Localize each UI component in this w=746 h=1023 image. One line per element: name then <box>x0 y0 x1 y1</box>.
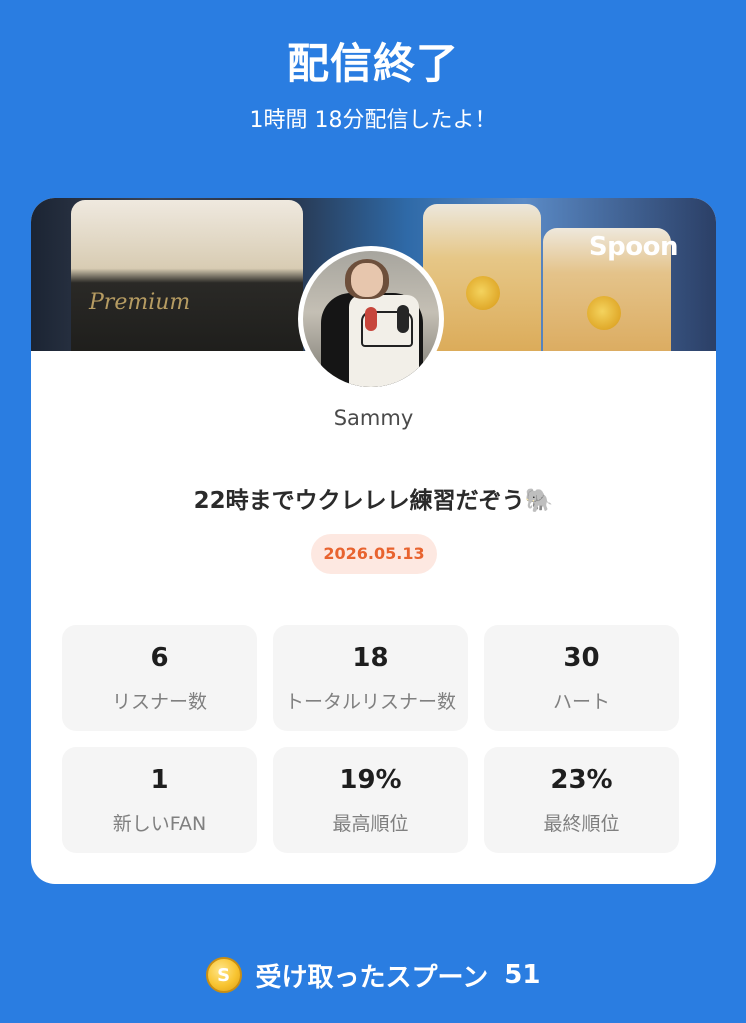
username[interactable]: Sammy <box>31 406 716 430</box>
page-title: 配信終了 <box>286 39 459 88</box>
received-spoons-count: 51 <box>504 960 541 990</box>
stat-label: ハート <box>552 691 610 713</box>
stat-new-fans: 1 新しいFAN <box>62 747 257 853</box>
spoon-coin-icon: S <box>205 957 242 993</box>
received-spoons-label: 受け取ったスプーン <box>255 962 489 993</box>
stat-value: 19% <box>339 765 402 795</box>
stat-best-rank: 19% 最高順位 <box>273 747 468 853</box>
avatar[interactable] <box>298 246 444 392</box>
stat-value: 6 <box>150 643 169 673</box>
stat-value: 18 <box>352 643 389 673</box>
stat-label: 新しいFAN <box>112 813 207 835</box>
stat-label: 最高順位 <box>332 813 409 835</box>
avatar-shirt-print <box>361 305 413 347</box>
broadcast-duration: 1時間 18分配信したよ！ <box>249 108 497 133</box>
stat-label: リスナー数 <box>111 691 207 713</box>
glass-label: Premium <box>89 290 191 315</box>
stat-value: 1 <box>150 765 169 795</box>
stat-label: トータルリスナー数 <box>284 691 456 713</box>
stat-listeners: 6 リスナー数 <box>62 625 257 731</box>
spoon-logo: Spoon <box>588 232 679 262</box>
hop-logo-icon <box>466 276 500 310</box>
avatar-face <box>351 263 383 297</box>
stat-hearts: 30 ハート <box>484 625 679 731</box>
beer-glass-left <box>71 200 303 351</box>
stream-title: 22時までウクレレレ練習だぞう🐘 <box>193 488 554 514</box>
stat-value: 30 <box>563 643 600 673</box>
received-spoons: S 受け取ったスプーン 51 <box>0 955 746 995</box>
date-badge: 2026.05.13 <box>311 534 437 574</box>
stat-total-listeners: 18 トータルリスナー数 <box>273 625 468 731</box>
stat-label: 最終順位 <box>543 813 620 835</box>
hop-logo-icon <box>587 296 621 330</box>
summary-card: Premium Spoon Sammy 22時までウクレレレ練習だぞう🐘 202… <box>31 198 716 884</box>
stat-value: 23% <box>550 765 613 795</box>
stat-final-rank: 23% 最終順位 <box>484 747 679 853</box>
